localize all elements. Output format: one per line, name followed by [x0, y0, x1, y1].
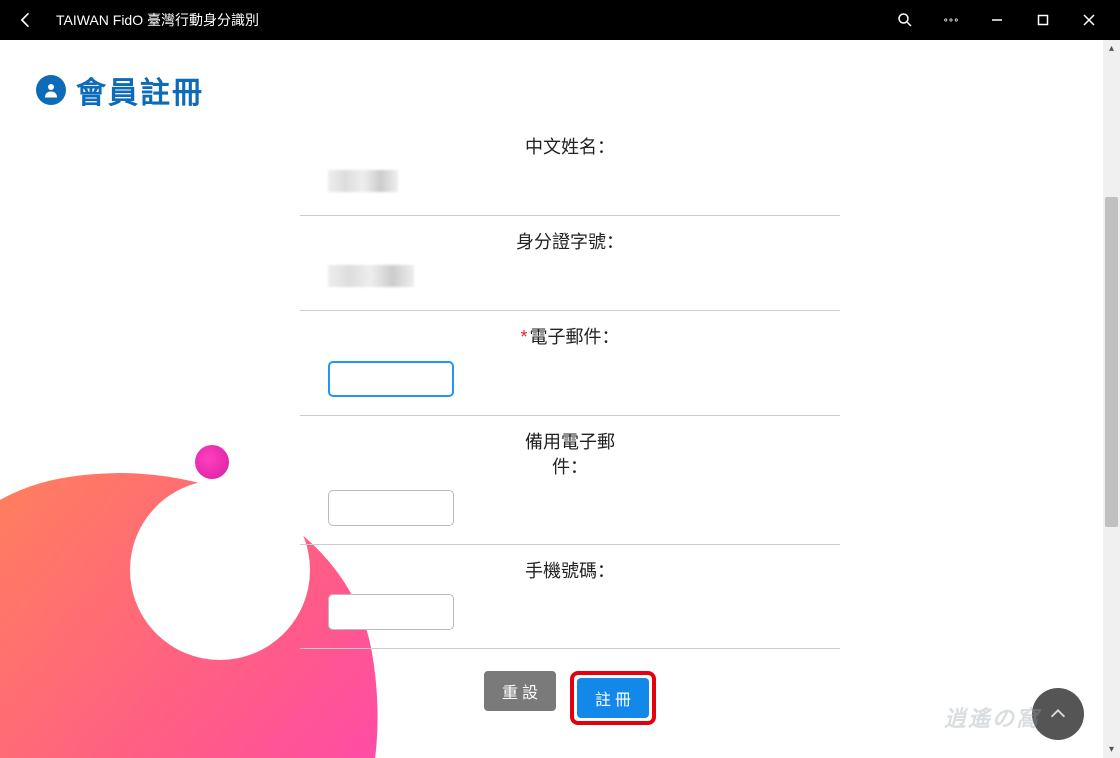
backup-email-label: 備用電子郵件： — [300, 430, 840, 480]
register-button[interactable]: 註冊 — [577, 678, 649, 718]
minimize-button[interactable] — [974, 2, 1020, 38]
field-id-number: 身分證字號： — [300, 216, 840, 311]
id-number-label: 身分證字號： — [300, 230, 840, 255]
email-label: *電子郵件： — [300, 325, 840, 350]
scroll-thumb[interactable] — [1105, 197, 1118, 527]
field-backup-email: 備用電子郵件： — [300, 416, 840, 545]
watermark: 逍遙の窩 — [944, 705, 1040, 734]
close-button[interactable] — [1066, 2, 1112, 38]
scroll-down-arrow[interactable]: ▾ — [1103, 741, 1120, 758]
registration-form: 中文姓名： 身分證字號： *電子郵件： 備用電子郵件： 手機號碼： 重設 — [300, 135, 840, 725]
page-title: 會員註冊 — [76, 68, 204, 112]
page-header: 會員註冊 — [0, 40, 1120, 112]
field-email: *電子郵件： — [300, 311, 840, 415]
vertical-scrollbar[interactable]: ▴ ▾ — [1103, 40, 1120, 758]
phone-input[interactable] — [328, 594, 454, 630]
window-titlebar: TAIWAN FidO 臺灣行動身分識別 — [0, 0, 1120, 40]
content-area: 會員註冊 中文姓名： 身分證字號： *電子郵件： 備用電子郵件： 手機號碼： — [0, 40, 1120, 758]
name-value-redacted — [328, 170, 398, 192]
scroll-track[interactable] — [1103, 57, 1120, 741]
phone-label: 手機號碼： — [300, 559, 840, 584]
id-number-value-redacted — [328, 265, 414, 287]
app-title: TAIWAN FidO 臺灣行動身分識別 — [56, 10, 259, 30]
email-input[interactable] — [328, 361, 454, 397]
backup-email-input[interactable] — [328, 490, 454, 526]
required-mark: * — [520, 327, 527, 347]
field-name: 中文姓名： — [300, 135, 840, 216]
decorative-dot — [195, 445, 229, 479]
maximize-button[interactable] — [1020, 2, 1066, 38]
more-icon[interactable] — [928, 2, 974, 38]
search-icon[interactable] — [882, 2, 928, 38]
name-label: 中文姓名： — [300, 135, 840, 160]
reset-button[interactable]: 重設 — [484, 671, 556, 711]
register-highlight: 註冊 — [570, 671, 656, 725]
field-phone: 手機號碼： — [300, 545, 840, 649]
scroll-up-arrow[interactable]: ▴ — [1103, 40, 1120, 57]
decorative-blob-cutout — [130, 480, 310, 660]
back-button[interactable] — [8, 2, 44, 38]
form-buttons: 重設 註冊 — [300, 671, 840, 725]
user-icon — [36, 75, 66, 105]
scroll-to-top-button[interactable] — [1032, 688, 1084, 740]
